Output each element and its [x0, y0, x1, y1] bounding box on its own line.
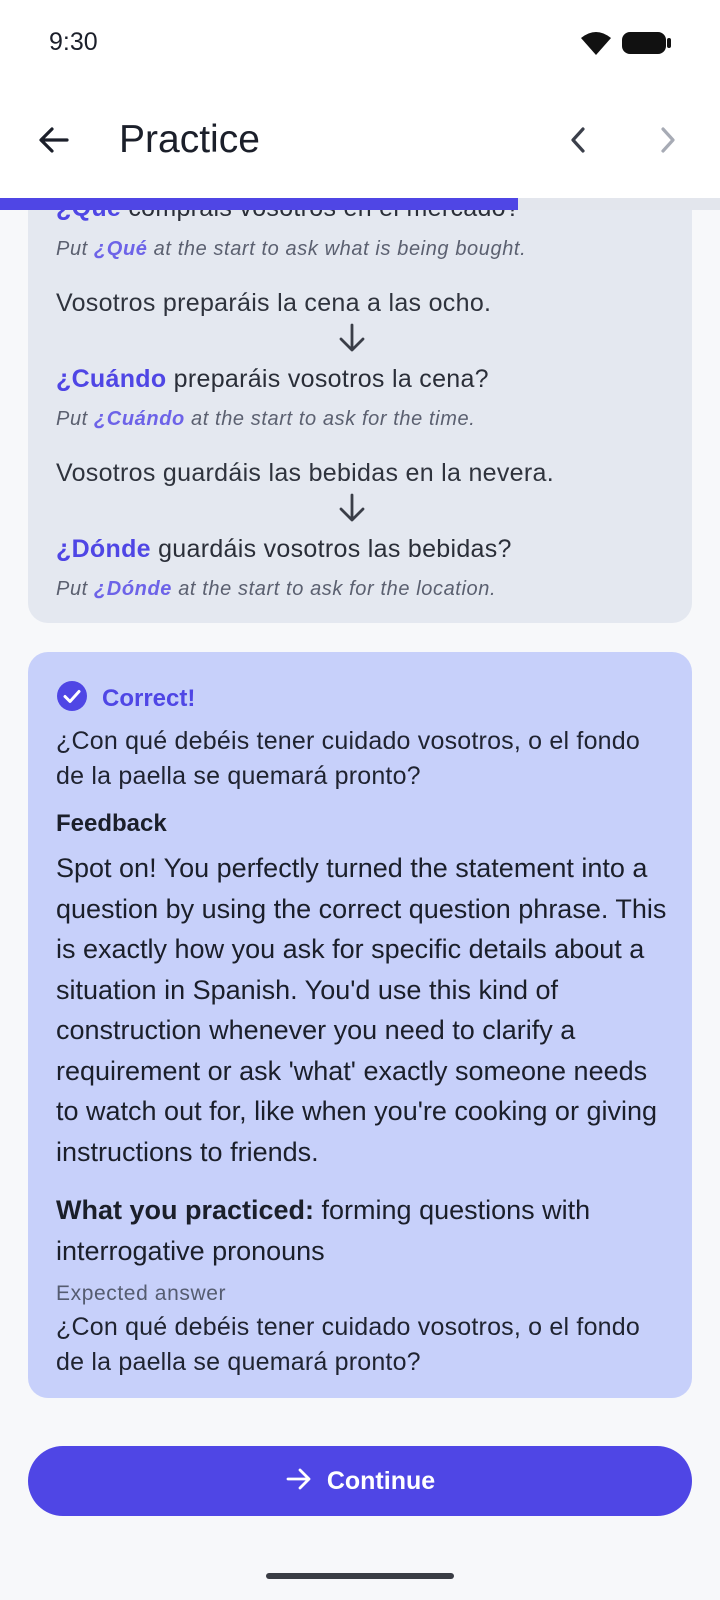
expected-answer: ¿Con qué debéis tener cuidado vosotros, … — [56, 1313, 640, 1376]
feedback-heading: Feedback — [56, 810, 167, 837]
page-title: Practice — [119, 118, 260, 161]
progress-fill — [0, 198, 519, 210]
example-question-3: ¿Dónde guardáis vosotros las bebidas? — [56, 535, 512, 563]
example-note-1: Put ¿Qué at the start to ask what is bei… — [56, 238, 527, 260]
example-note-2: Put ¿Cuándo at the start to ask for the … — [56, 408, 476, 430]
example-statement-2: Vosotros preparáis la cena a las ocho. — [56, 289, 492, 317]
status-icons — [580, 30, 672, 61]
home-indicator[interactable] — [266, 1573, 454, 1579]
feedback-card: Correct! ¿Con qué debéis tener cuidado v… — [28, 652, 692, 1398]
result-status: Correct! — [56, 680, 195, 717]
example-statement-3: Vosotros guardáis las bebidas en la neve… — [56, 459, 554, 487]
arrow-right-icon — [285, 1465, 313, 1498]
continue-button[interactable]: Continue — [28, 1446, 692, 1516]
chevron-right-icon — [656, 125, 680, 160]
status-bar: 9:30 — [0, 0, 720, 88]
correct-label: Correct! — [102, 684, 196, 712]
status-time: 9:30 — [49, 28, 98, 56]
example-question-1: ¿Qué comprais vosotros en el mercado? — [56, 210, 520, 223]
app-bar: Practice — [0, 88, 720, 200]
user-answer: ¿Con qué debéis tener cuidado vosotros, … — [56, 727, 640, 790]
battery-icon — [622, 30, 672, 61]
next-button[interactable] — [640, 114, 696, 170]
feedback-text: Spot on! You perfectly turned the statem… — [56, 853, 667, 1167]
arrow-down-icon — [336, 492, 368, 524]
previous-button[interactable] — [550, 114, 606, 170]
back-button[interactable] — [26, 114, 82, 170]
continue-label: Continue — [326, 1466, 436, 1495]
content-scroll-area[interactable]: ¿Qué comprais vosotros en el mercado? Pu… — [0, 210, 720, 1600]
example-note-3: Put ¿Dónde at the start to ask for the l… — [56, 578, 497, 600]
example-question-2: ¿Cuándo preparáis vosotros la cena? — [56, 365, 489, 393]
wifi-icon — [580, 30, 612, 61]
practiced-summary: What you practiced: forming questions wi… — [56, 1195, 591, 1266]
arrow-left-icon — [37, 123, 71, 162]
progress-bar — [0, 198, 720, 210]
chevron-left-icon — [566, 125, 590, 160]
expected-answer-label: Expected answer — [56, 1282, 227, 1305]
check-circle-icon — [56, 680, 88, 717]
arrow-down-icon — [336, 322, 368, 354]
examples-card: ¿Qué comprais vosotros en el mercado? Pu… — [28, 210, 692, 623]
